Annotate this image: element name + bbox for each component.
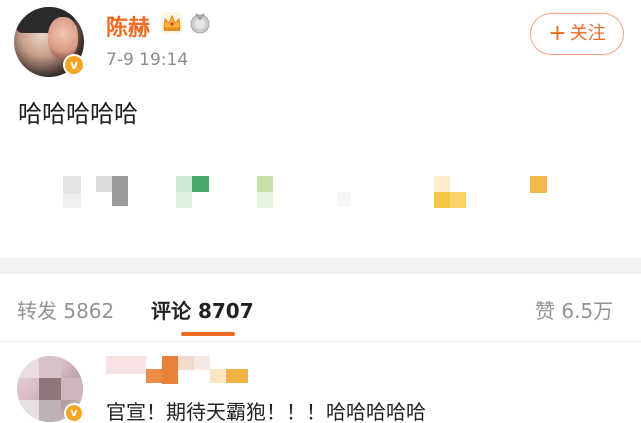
tab-like-count: 6.5万 [561,299,614,323]
tab-repost-label: 转发 [17,299,57,323]
section-divider [0,258,641,274]
mosaic-block [226,369,248,383]
mosaic-block [192,176,209,192]
verified-badge-icon: v [63,54,85,76]
mosaic-block [210,369,226,383]
mosaic-block [257,192,273,208]
mosaic-block [434,176,450,192]
mosaic-block [178,356,194,370]
tabs-divider [0,341,641,342]
mosaic-block [176,192,192,208]
tab-like[interactable]: 赞 6.5万 [535,295,613,324]
avatar-face [48,17,78,59]
mosaic-block [257,176,273,192]
post-time: 7-9 19:14 [106,50,189,70]
avatar-mosaic-block [39,356,61,378]
tab-comment-count: 8707 [197,299,254,323]
mosaic-block [434,192,450,208]
mosaic-block [96,176,112,192]
mosaic-block [337,192,351,206]
avatar-mosaic-block [17,400,39,422]
avatar-mosaic-block [61,378,83,400]
avatar-mosaic-block [39,400,61,422]
active-tab-indicator [181,332,235,336]
follow-button[interactable]: + 关注 [530,13,624,55]
mosaic-block [530,176,547,193]
medal-icon[interactable] [189,12,211,34]
mosaic-block [450,192,466,208]
mosaic-block [106,356,146,374]
tab-comment-label: 评论 [151,299,191,323]
mosaic-block [63,194,81,208]
mosaic-block [63,176,81,194]
commenter-verified-badge-icon: v [64,403,84,423]
crown-icon[interactable] [160,11,184,35]
tab-repost-count: 5862 [63,299,115,323]
follow-label: 关注 [569,23,606,44]
plus-icon: + [548,21,567,46]
tab-comment[interactable]: 评论 8707 [151,295,254,324]
comment-text: 官宣！期待天霸狍！！！哈哈哈哈哈 [106,400,426,423]
tab-repost[interactable]: 转发 5862 [17,295,114,324]
post-text: 哈哈哈哈哈 [18,100,138,128]
mosaic-block [176,176,192,192]
author-name[interactable]: 陈赫 [106,10,150,42]
mosaic-block [112,176,128,206]
tab-like-label: 赞 [535,299,555,323]
mosaic-block [162,356,178,384]
mosaic-block [194,356,210,370]
avatar-mosaic-block [39,378,61,400]
avatar-mosaic-block [17,356,39,378]
mosaic-block [146,369,162,383]
